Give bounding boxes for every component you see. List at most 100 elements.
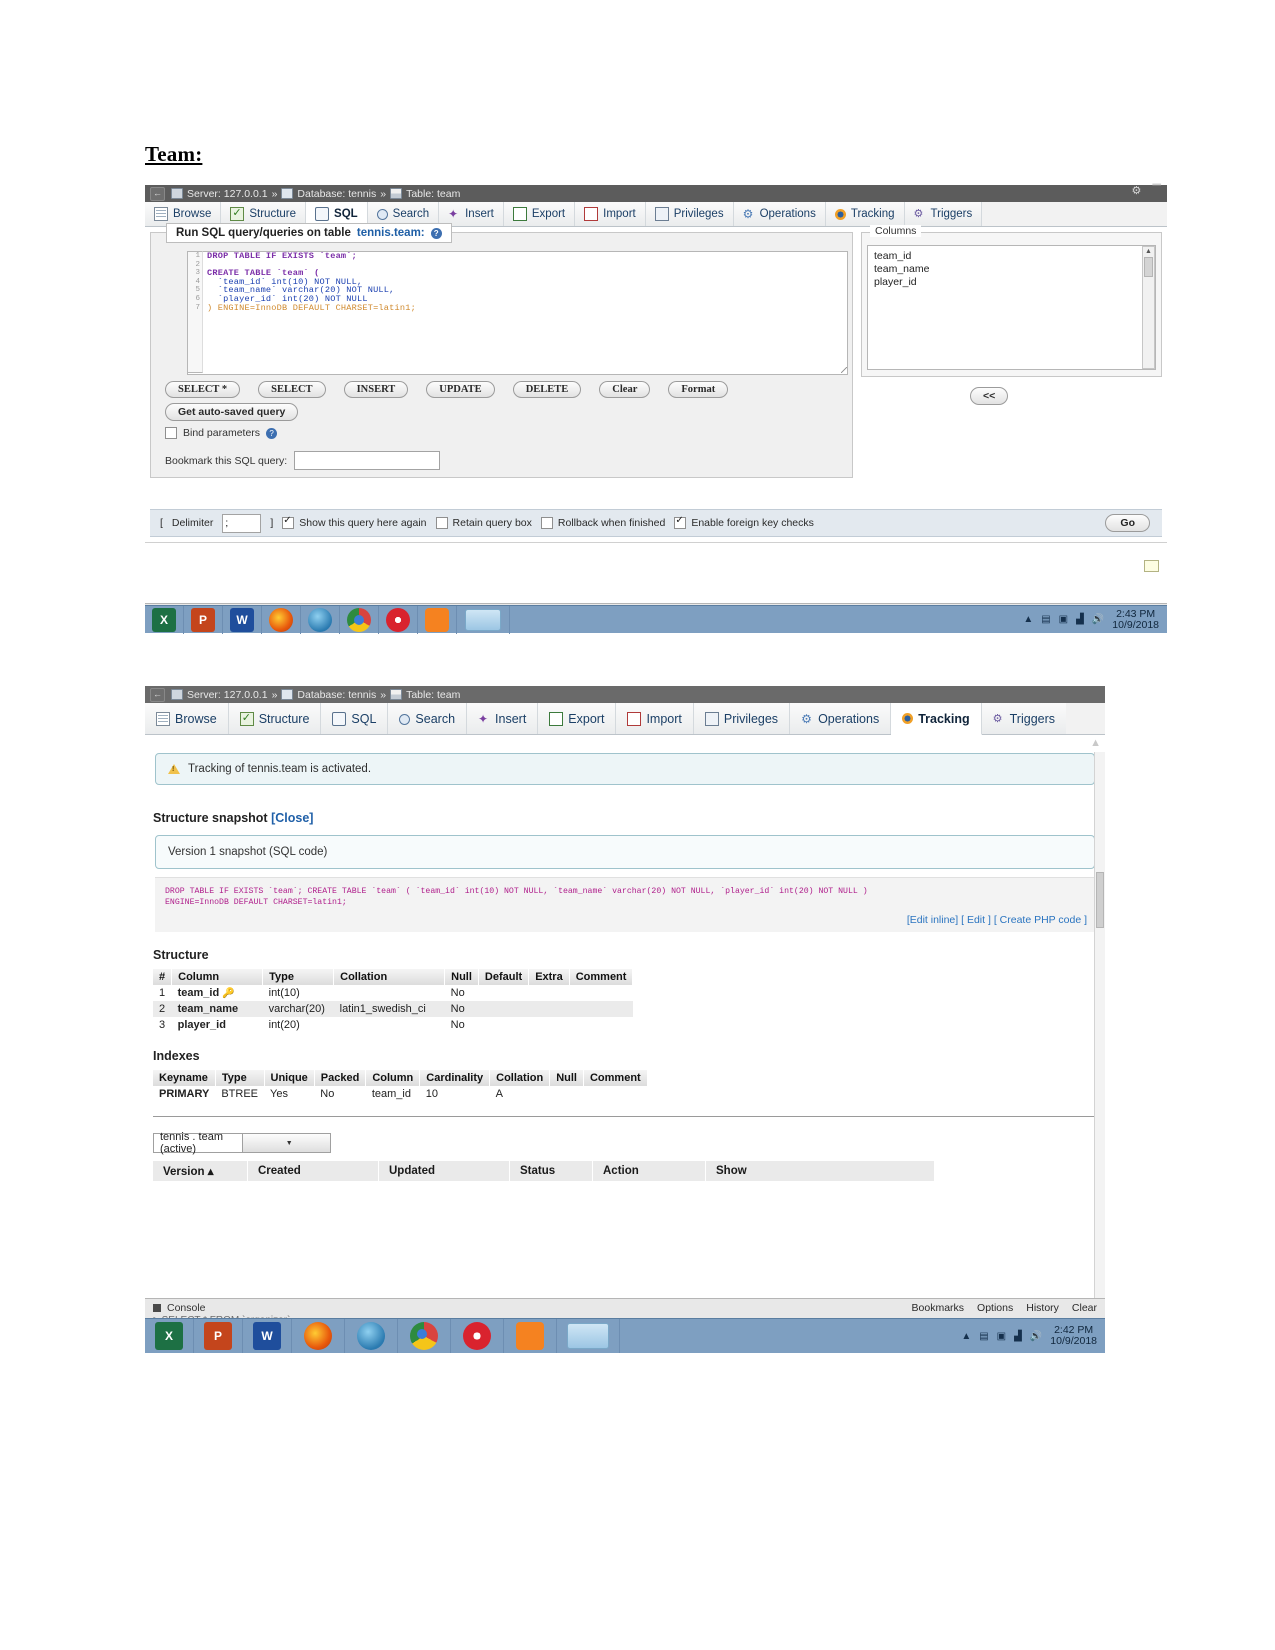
insert-button[interactable]: INSERT <box>343 381 409 398</box>
show-hidden-icons[interactable]: ▲ <box>961 1331 971 1342</box>
console-options-link[interactable]: Options <box>977 1302 1013 1314</box>
column-item[interactable]: team_name <box>874 263 1149 276</box>
chevron-down-icon[interactable]: ▼ <box>241 1134 330 1152</box>
format-button[interactable]: Format <box>668 381 729 398</box>
window2-scrollbar[interactable] <box>1094 752 1105 1299</box>
tab-privileges[interactable]: Privileges <box>645 202 734 226</box>
sql-query-text[interactable]: DROP TABLE IF EXISTS `team`; CREATE TABL… <box>207 252 416 312</box>
checkbox[interactable] <box>674 515 687 529</box>
delete-button[interactable]: DELETE <box>512 381 582 398</box>
console-title-group[interactable]: Console <box>153 1302 206 1314</box>
delimiter-input[interactable] <box>222 513 262 533</box>
tab-triggers[interactable]: ⚙ Triggers <box>981 703 1067 734</box>
taskbar-clock[interactable]: 2:42 PM 10/9/2018 <box>1050 1325 1097 1347</box>
tab-search[interactable]: Search <box>388 703 468 734</box>
server-label[interactable]: Server: 127.0.0.1 <box>187 188 268 200</box>
taskbar-button-chrome[interactable] <box>340 605 379 634</box>
bind-parameters-checkbox[interactable] <box>165 427 177 439</box>
scroll-thumb[interactable] <box>1096 872 1104 928</box>
taskbar-button-firefox[interactable] <box>262 605 301 634</box>
security-icon[interactable]: ▣ <box>997 1331 1006 1342</box>
tab-triggers[interactable]: ⚙ Triggers <box>904 202 983 226</box>
taskbar-clock[interactable]: 2:43 PM 10/9/2018 <box>1112 608 1159 631</box>
taskbar-button-opera[interactable] <box>379 605 418 634</box>
console-history-link[interactable]: History <box>1026 1302 1059 1314</box>
tab-browse[interactable]: Browse <box>145 703 229 734</box>
tab-sql[interactable]: SQL <box>321 703 389 734</box>
column-item[interactable]: player_id <box>874 276 1149 289</box>
edit-inline-link[interactable]: [Edit inline] <box>907 914 958 926</box>
checkbox[interactable] <box>282 515 295 529</box>
taskbar-button-photo-viewer[interactable] <box>457 605 510 634</box>
server-label[interactable]: Server: 127.0.0.1 <box>187 689 268 701</box>
tab-privileges[interactable]: Privileges <box>693 703 791 734</box>
help-icon[interactable]: ? <box>430 227 442 239</box>
option-retain-query-box[interactable]: Retain query box <box>435 517 532 529</box>
volume-icon[interactable]: 🔊 <box>1030 1331 1042 1342</box>
go-button[interactable]: Go <box>1105 514 1150 532</box>
taskbar-button-photo-viewer[interactable] <box>557 1319 620 1353</box>
columns-scrollbar[interactable]: ▲ <box>1142 246 1155 369</box>
network-icon[interactable]: ▤ <box>1041 614 1050 625</box>
database-label[interactable]: Database: tennis <box>297 188 376 200</box>
columns-list[interactable]: team_id team_name player_id <box>867 245 1156 370</box>
taskbar-button-excel[interactable]: X <box>145 1319 194 1353</box>
checkbox[interactable] <box>540 517 553 529</box>
option-rollback-when-finished[interactable]: Rollback when finished <box>540 517 665 529</box>
security-icon[interactable]: ▣ <box>1059 614 1068 625</box>
column-item[interactable]: team_id <box>874 250 1149 263</box>
taskbar-button-xampp[interactable] <box>504 1319 557 1353</box>
back-button[interactable]: ← <box>150 687 165 702</box>
taskbar-button-word[interactable]: W <box>243 1319 292 1353</box>
taskbar-button-powerpoint[interactable]: P <box>184 605 223 634</box>
create-php-code-link[interactable]: [ Create PHP code ] <box>994 914 1087 926</box>
snapshot-close-link[interactable]: [Close] <box>271 811 313 825</box>
volume-icon[interactable]: 🔊 <box>1092 614 1104 625</box>
option-enable-foreign-key-checks[interactable]: Enable foreign key checks <box>674 515 814 529</box>
clear-button[interactable]: Clear <box>599 381 651 398</box>
tab-tracking[interactable]: Tracking <box>825 202 905 226</box>
select-star-button[interactable]: SELECT * <box>165 381 241 398</box>
minimize-icon[interactable]: ▔ <box>1153 186 1161 197</box>
signal-icon[interactable]: ▟ <box>1076 614 1084 625</box>
taskbar-button-xampp[interactable] <box>418 605 457 634</box>
update-button[interactable]: UPDATE <box>426 381 495 398</box>
tab-import[interactable]: Import <box>616 703 694 734</box>
tab-tracking[interactable]: Tracking <box>891 703 982 735</box>
scroll-up-arrow[interactable]: ▲ <box>1143 247 1154 256</box>
option-show-query-again[interactable]: Show this query here again <box>282 515 427 529</box>
tab-import[interactable]: Import <box>575 202 646 226</box>
tab-insert[interactable]: ✦ Insert <box>467 703 539 734</box>
gear-icon[interactable]: ⚙ <box>1132 186 1143 197</box>
console-bookmarks-link[interactable]: Bookmarks <box>912 1302 965 1314</box>
taskbar-button-excel[interactable]: X <box>145 605 184 634</box>
ver-header-version[interactable]: Version ▴ <box>153 1161 248 1181</box>
taskbar-button-word[interactable]: W <box>223 605 262 634</box>
editor-resize-handle[interactable] <box>841 367 847 373</box>
show-hidden-icons[interactable]: ▲ <box>1023 614 1033 625</box>
help-icon[interactable]: ? <box>266 427 278 439</box>
tab-operations[interactable]: ⚙ Operations <box>733 202 826 226</box>
table-selector-dropdown[interactable]: tennis . team (active) ▼ <box>153 1131 331 1155</box>
minimize-console-icon[interactable] <box>1144 560 1159 572</box>
bookmark-input[interactable] <box>294 451 441 470</box>
signal-icon[interactable]: ▟ <box>1014 1331 1022 1342</box>
insert-column-button[interactable]: << <box>970 387 1009 405</box>
edit-link[interactable]: [ Edit ] <box>961 914 991 926</box>
table-label[interactable]: Table: team <box>406 188 460 200</box>
get-auto-saved-query-button[interactable]: Get auto-saved query <box>165 403 299 421</box>
taskbar-button-powerpoint[interactable]: P <box>194 1319 243 1353</box>
tab-export[interactable]: Export <box>503 202 576 226</box>
select-button[interactable]: SELECT <box>258 381 326 398</box>
taskbar-button-opera[interactable] <box>451 1319 504 1353</box>
taskbar-button-chrome[interactable] <box>398 1319 451 1353</box>
network-icon[interactable]: ▤ <box>979 1331 988 1342</box>
collapse-icon[interactable]: ▲ <box>1090 737 1101 749</box>
console-clear-link[interactable]: Clear <box>1072 1302 1097 1314</box>
taskbar-button-thunderbird[interactable] <box>345 1319 398 1353</box>
tab-export[interactable]: Export <box>538 703 617 734</box>
scroll-thumb[interactable] <box>1144 257 1153 277</box>
table-label[interactable]: Table: team <box>406 689 460 701</box>
checkbox[interactable] <box>435 517 448 529</box>
database-label[interactable]: Database: tennis <box>297 689 376 701</box>
